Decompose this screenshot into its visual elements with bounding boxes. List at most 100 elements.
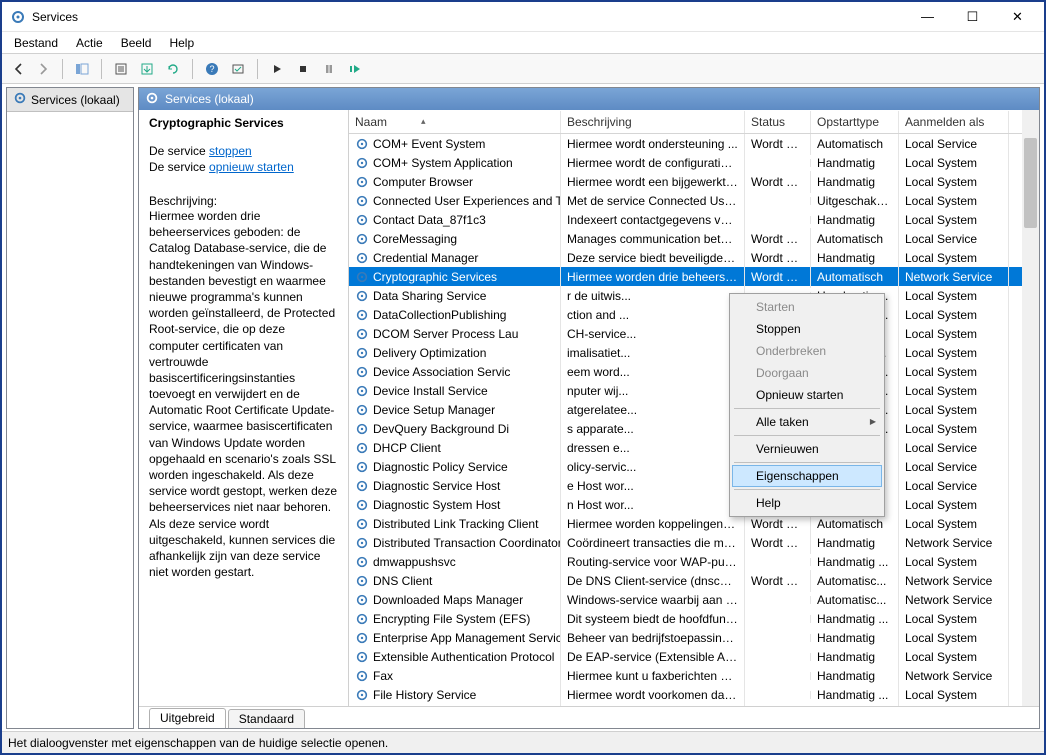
ctx-properties[interactable]: Eigenschappen [732, 465, 882, 487]
gear-icon [145, 91, 159, 108]
col-header-name[interactable]: Naam▴ [349, 111, 561, 133]
menubar: Bestand Actie Beeld Help [2, 32, 1044, 54]
menu-action[interactable]: Actie [68, 34, 111, 52]
service-row[interactable]: Cryptographic ServicesHiermee worden dri… [349, 267, 1039, 286]
separator [734, 408, 880, 409]
services-list: Naam▴ Beschrijving Status Opstarttype Aa… [349, 110, 1039, 706]
statusbar-text: Het dialoogvenster met eigenschappen van… [8, 736, 388, 750]
service-row[interactable]: COM+ Event SystemHiermee wordt ondersteu… [349, 134, 1039, 153]
service-row[interactable]: DataCollectionPublishingction and ...Han… [349, 305, 1039, 324]
service-row[interactable]: Device Setup Manageratgerelatee...Handma… [349, 400, 1039, 419]
ctx-all-tasks[interactable]: Alle taken [732, 411, 882, 433]
start-service-button[interactable] [266, 58, 288, 80]
scrollbar-thumb[interactable] [1024, 138, 1037, 228]
service-row[interactable]: CoreMessagingManages communication betwe… [349, 229, 1039, 248]
client-area: Services (lokaal) Services (lokaal) Cryp… [2, 84, 1044, 731]
cell-status [745, 558, 811, 566]
service-row[interactable]: DHCP Clientdressen e...Wordt ui...Automa… [349, 438, 1039, 457]
show-hide-tree-button[interactable] [71, 58, 93, 80]
maximize-button[interactable]: ☐ [950, 3, 995, 31]
gear-icon [13, 91, 27, 108]
service-row[interactable]: Contact Data_87f1c3Indexeert contactgege… [349, 210, 1039, 229]
action-button[interactable] [227, 58, 249, 80]
service-row[interactable]: Diagnostic Service Hoste Host wor...Word… [349, 476, 1039, 495]
service-row[interactable]: Data Sharing Servicer de uitwis...Handma… [349, 286, 1039, 305]
tab-extended[interactable]: Uitgebreid [149, 708, 226, 728]
service-row[interactable]: Credential ManagerDeze service biedt bev… [349, 248, 1039, 267]
service-row[interactable]: Downloaded Maps ManagerWindows-service w… [349, 590, 1039, 609]
cell-status: Wordt ui... [745, 171, 811, 193]
service-row[interactable]: Diagnostic System Hostn Host wor...Wordt… [349, 495, 1039, 514]
cell-status [745, 672, 811, 680]
separator [734, 462, 880, 463]
bottom-tabs: Uitgebreid Standaard [139, 706, 1039, 728]
cell-status [745, 634, 811, 642]
statusbar: Het dialoogvenster met eigenschappen van… [2, 731, 1044, 753]
service-row[interactable]: Distributed Link Tracking ClientHiermee … [349, 514, 1039, 533]
service-row[interactable]: Enterprise App Management ServiceBeheer … [349, 628, 1039, 647]
tree-pane: Services (lokaal) [6, 87, 134, 729]
ctx-restart[interactable]: Opnieuw starten [732, 384, 882, 406]
cell-status [745, 653, 811, 661]
help-button[interactable]: ? [201, 58, 223, 80]
ctx-resume[interactable]: Doorgaan [732, 362, 882, 384]
service-row[interactable]: DNS ClientDe DNS Client-service (dnscach… [349, 571, 1039, 590]
menu-help[interactable]: Help [161, 34, 202, 52]
forward-button[interactable] [32, 58, 54, 80]
service-row[interactable]: DevQuery Background Dis apparate...Handm… [349, 419, 1039, 438]
col-header-status[interactable]: Status [745, 111, 811, 133]
stop-service-line: De service stoppen [149, 144, 338, 158]
service-row[interactable]: Connected User Experiences and T...Met d… [349, 191, 1039, 210]
restart-service-link[interactable]: opnieuw starten [209, 160, 294, 174]
cell-status: Wordt ui... [745, 532, 811, 554]
ctx-help[interactable]: Help [732, 492, 882, 514]
col-header-logon[interactable]: Aanmelden als [899, 111, 1009, 133]
window-title: Services [32, 10, 905, 24]
tree-root-services-local[interactable]: Services (lokaal) [7, 88, 133, 112]
toolbar: ? [2, 54, 1044, 84]
vertical-scrollbar[interactable] [1022, 110, 1039, 706]
separator [192, 59, 193, 79]
back-button[interactable] [8, 58, 30, 80]
close-button[interactable]: ✕ [995, 3, 1040, 31]
service-row[interactable]: Device Install Servicenputer wij...Handm… [349, 381, 1039, 400]
separator [734, 489, 880, 490]
tab-standard[interactable]: Standaard [228, 709, 305, 728]
ctx-stop[interactable]: Stoppen [732, 318, 882, 340]
list-body[interactable]: COM+ Event SystemHiermee wordt ondersteu… [349, 134, 1039, 706]
service-row[interactable]: Delivery Optimizationimalisatiet...Autom… [349, 343, 1039, 362]
service-row[interactable]: COM+ System ApplicationHiermee wordt de … [349, 153, 1039, 172]
cell-status: Wordt ui... [745, 266, 811, 288]
cell-desc: Hiermee wordt voorkomen dat ... [561, 684, 745, 706]
export-button[interactable] [136, 58, 158, 80]
service-row[interactable]: dmwappushsvcRouting-service voor WAP-pus… [349, 552, 1039, 571]
ctx-pause[interactable]: Onderbreken [732, 340, 882, 362]
minimize-button[interactable]: — [905, 3, 950, 31]
list-header: Naam▴ Beschrijving Status Opstarttype Aa… [349, 110, 1039, 134]
service-row[interactable]: Computer BrowserHiermee wordt een bijgew… [349, 172, 1039, 191]
refresh-button[interactable] [162, 58, 184, 80]
ctx-refresh[interactable]: Vernieuwen [732, 438, 882, 460]
stop-service-button[interactable] [292, 58, 314, 80]
cell-status [745, 596, 811, 604]
cell-name: File History Service [349, 684, 561, 706]
cell-startup: Handmatig ... [811, 684, 899, 706]
col-header-startup[interactable]: Opstarttype [811, 111, 899, 133]
col-header-description[interactable]: Beschrijving [561, 111, 745, 133]
service-row[interactable]: Distributed Transaction CoordinatorCoörd… [349, 533, 1039, 552]
service-row[interactable]: Device Association Serviceem word...Hand… [349, 362, 1039, 381]
stop-service-link[interactable]: stoppen [209, 144, 252, 158]
service-row[interactable]: DCOM Server Process LauCH-service...Word… [349, 324, 1039, 343]
service-row[interactable]: FaxHiermee kunt u faxberichten ve...Hand… [349, 666, 1039, 685]
service-row[interactable]: Diagnostic Policy Serviceolicy-servic...… [349, 457, 1039, 476]
menu-view[interactable]: Beeld [113, 34, 160, 52]
service-row[interactable]: Extensible Authentication ProtocolDe EAP… [349, 647, 1039, 666]
service-row[interactable]: Encrypting File System (EFS)Dit systeem … [349, 609, 1039, 628]
sort-indicator-icon: ▴ [421, 116, 426, 127]
service-row[interactable]: File History ServiceHiermee wordt voorko… [349, 685, 1039, 704]
pause-service-button[interactable] [318, 58, 340, 80]
restart-service-button[interactable] [344, 58, 366, 80]
ctx-start[interactable]: Starten [732, 296, 882, 318]
properties-button[interactable] [110, 58, 132, 80]
menu-file[interactable]: Bestand [6, 34, 66, 52]
